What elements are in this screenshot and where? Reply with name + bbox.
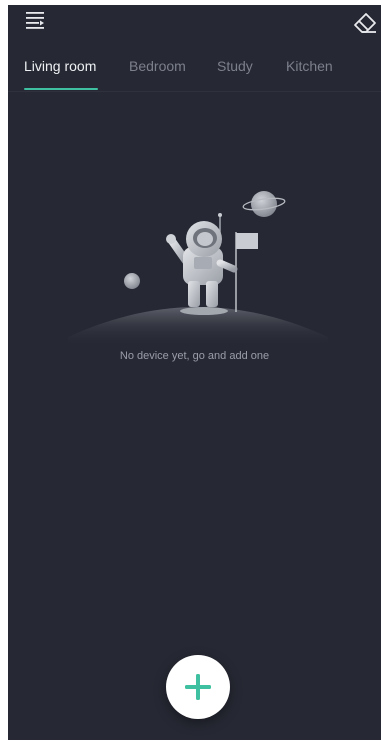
small-planet <box>124 273 140 289</box>
eraser-button[interactable] <box>352 9 378 35</box>
flag <box>235 232 258 312</box>
app-screen: Living room Bedroom Study Kitchen No dev… <box>8 5 381 740</box>
tab-bedroom[interactable]: Bedroom <box>129 58 186 74</box>
empty-state-message: No device yet, go and add one <box>119 350 270 362</box>
active-tab-indicator <box>24 88 98 90</box>
plus-icon <box>185 674 211 700</box>
ringed-planet <box>242 191 286 217</box>
astronaut-illustration <box>68 191 328 347</box>
menu-button[interactable] <box>24 9 48 33</box>
top-bar <box>8 5 381 45</box>
tab-living-room[interactable]: Living room <box>24 58 96 74</box>
room-tabs: Living room Bedroom Study Kitchen <box>8 49 381 92</box>
add-device-button[interactable] <box>166 655 230 719</box>
eraser-icon <box>354 13 376 33</box>
tab-kitchen[interactable]: Kitchen <box>286 58 333 74</box>
menu-icon <box>26 12 44 29</box>
tab-study[interactable]: Study <box>217 58 253 74</box>
astronaut <box>166 221 238 315</box>
